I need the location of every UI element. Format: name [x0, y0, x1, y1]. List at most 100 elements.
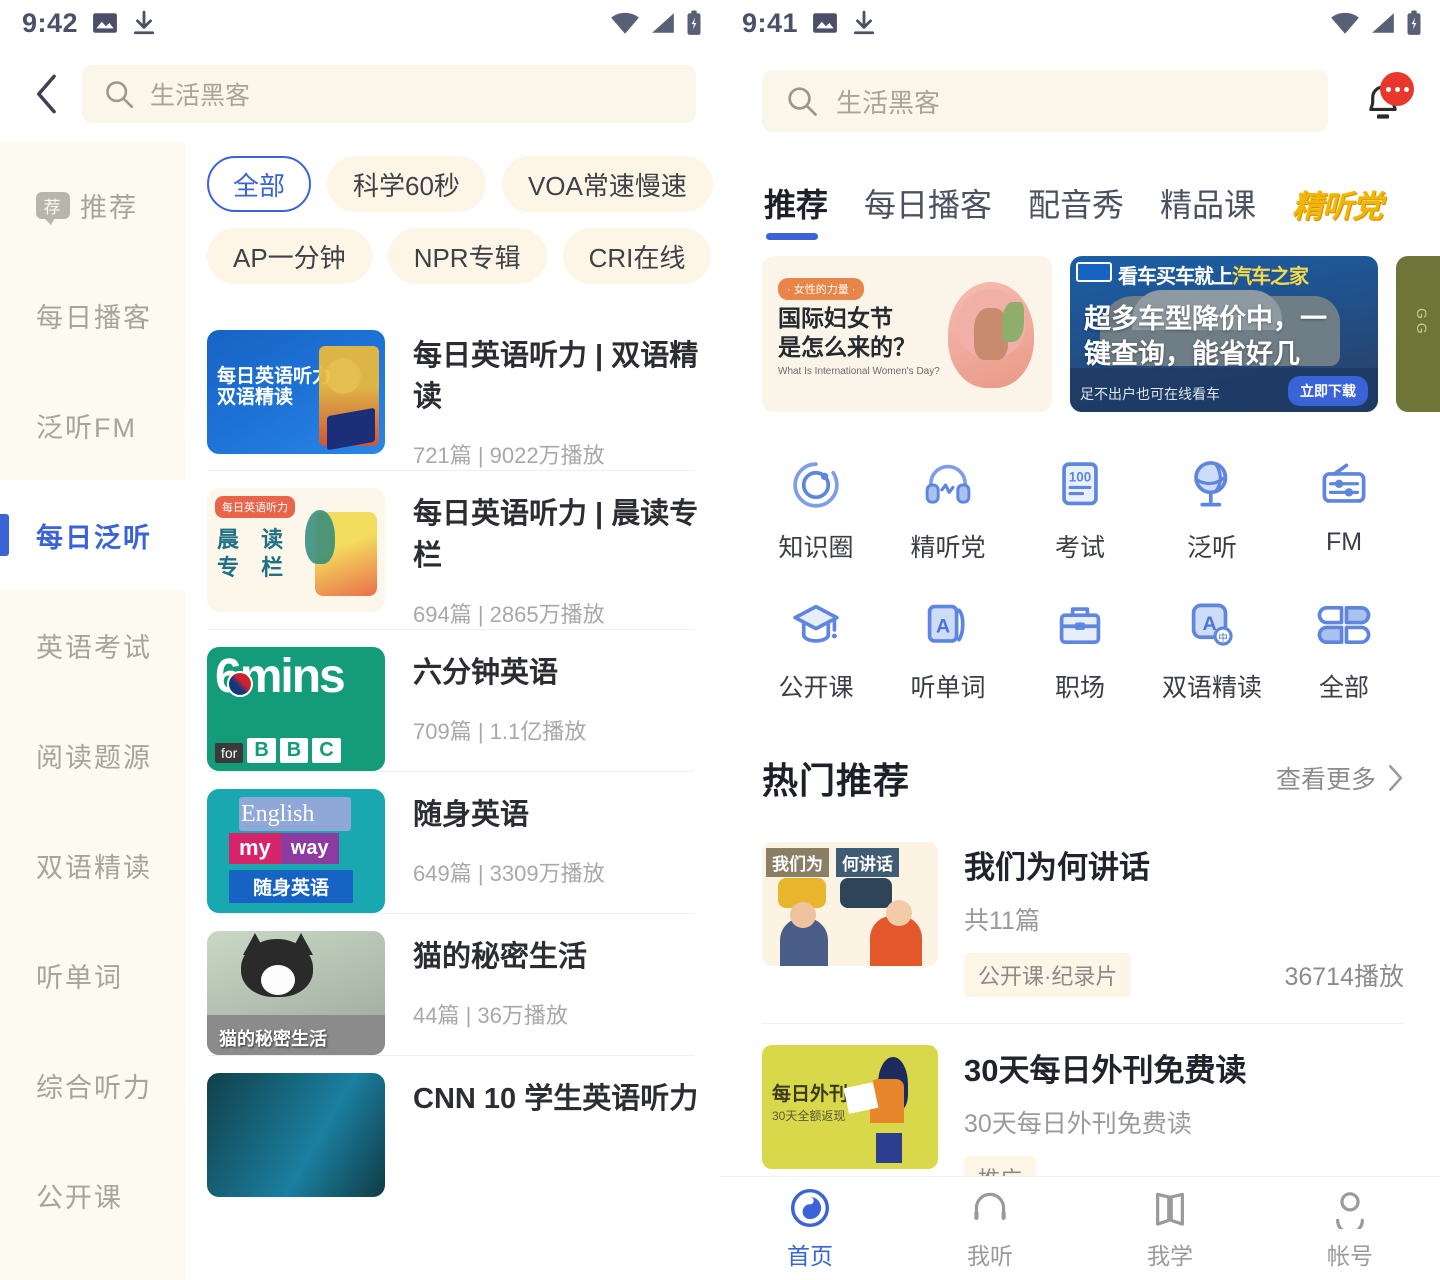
- banner-title-line2: 是怎么来的？: [778, 333, 916, 360]
- banner-cta[interactable]: 立即下载: [1288, 376, 1368, 406]
- banner-partial[interactable]: G G: [1396, 256, 1440, 412]
- knowledge-circle-icon: [793, 462, 839, 508]
- nav-item-listen[interactable]: 我听: [900, 1187, 1080, 1271]
- left-search-header: 生活黑客: [0, 46, 720, 142]
- grid-item-jingtingdang[interactable]: 精听党: [882, 446, 1014, 586]
- program-title: 每日英语听力 | 晨读专栏: [413, 498, 699, 572]
- program-row[interactable]: 猫的秘密生活 猫的秘密生活 44篇 | 36万播放: [207, 912, 720, 1055]
- tab-recommend[interactable]: 推荐: [764, 180, 828, 242]
- grid-item-all[interactable]: 全部: [1278, 586, 1410, 726]
- banner-overlay-line1: 超多车型降价中，一: [1084, 304, 1327, 334]
- wifi-icon: [1331, 12, 1359, 34]
- program-meta: 六分钟英语 709篇 | 1.1亿播放: [413, 647, 720, 771]
- search-icon: [106, 81, 133, 108]
- recommendation-title: 我们为何讲话: [964, 850, 1150, 885]
- notification-button[interactable]: [1352, 70, 1414, 132]
- recommendation-footer: 公开课·纪录片 36714播放: [964, 953, 1404, 997]
- sidebar-item-open-course[interactable]: 公开课: [0, 1140, 185, 1250]
- program-title: 猫的秘密生活: [413, 940, 588, 973]
- sidebar-item-english-exam[interactable]: 英语考试: [0, 590, 185, 700]
- recommendation-plays: 36714播放: [1284, 963, 1404, 991]
- sidebar-item-bilingual[interactable]: 双语精读: [0, 810, 185, 920]
- sidebar-item-label: 泛听FM: [36, 412, 137, 443]
- sidebar-item-listen-words[interactable]: 听单词: [0, 920, 185, 1030]
- tab-daily-podcast[interactable]: 每日播客: [864, 180, 992, 242]
- search-input[interactable]: 生活黑客: [82, 65, 696, 123]
- filter-chip-voa[interactable]: VOA常速慢速: [501, 156, 713, 212]
- top-tabs: 推荐 每日播客 配音秀 精品课 精听党: [720, 156, 1440, 242]
- program-thumbnail: [207, 1072, 385, 1197]
- sidebar-item-daily-listening[interactable]: 每日泛听: [0, 480, 185, 590]
- status-bar-right: 9:41: [720, 0, 1440, 46]
- tab-dubbing-show[interactable]: 配音秀: [1028, 180, 1124, 242]
- account-icon: [1336, 1191, 1364, 1229]
- grid-item-open-course[interactable]: 公开课: [750, 586, 882, 726]
- recommendation-row[interactable]: 我们为 何讲话 我们为何讲话 共11篇 公开课·纪录片 36714播放: [762, 820, 1404, 1023]
- sidebar-item-daily-podcast[interactable]: 每日播客: [0, 260, 185, 370]
- grid-item-label: FM: [1325, 528, 1363, 556]
- sidebar-item-label: 英语考试: [36, 632, 152, 663]
- program-row[interactable]: 6mins for B B C 六分钟英语 709篇 | 1.1亿播放: [207, 628, 720, 771]
- sidebar-item-label: 阅读题源: [36, 742, 152, 773]
- program-row[interactable]: 每日英语听力 双语精读 每日英语听力 | 双语精读 721篇 | 9022万播放: [207, 312, 720, 470]
- nav-item-study[interactable]: 我学: [1080, 1187, 1260, 1271]
- view-more-button[interactable]: 查看更多: [1276, 760, 1404, 796]
- filter-chip-npr[interactable]: NPR专辑: [387, 228, 547, 284]
- grid-item-label: 精听党: [910, 534, 986, 562]
- grid-item-extensive-listening[interactable]: 泛听: [1146, 446, 1278, 586]
- filter-chip-cri[interactable]: CRI在线: [562, 228, 712, 284]
- nav-item-home[interactable]: 首页: [720, 1187, 900, 1271]
- tab-jingtingdang-badge[interactable]: 精听党: [1292, 181, 1383, 242]
- grid-item-label: 知识圈: [778, 534, 854, 562]
- filter-chip-ap[interactable]: AP一分钟: [207, 228, 372, 284]
- recommendation-thumbnail: 每日外刊 30天全额返现: [762, 1045, 938, 1169]
- headphones-icon: [925, 464, 971, 504]
- tab-premium-course[interactable]: 精品课: [1160, 180, 1256, 242]
- sidebar-item-label: 听单词: [36, 962, 123, 993]
- back-button[interactable]: [30, 72, 64, 116]
- chevron-right-icon: [1389, 765, 1403, 791]
- status-bar-left-group: 9:41: [742, 8, 876, 39]
- grid-item-listen-words[interactable]: A 听单词: [882, 586, 1014, 726]
- grid-item-exam[interactable]: 100 考试: [1014, 446, 1146, 586]
- grid-item-fm[interactable]: FM: [1278, 446, 1410, 586]
- download-icon: [133, 10, 155, 35]
- recommend-badge-icon: 荐: [36, 191, 70, 225]
- program-stats: 709篇 | 1.1亿播放: [413, 718, 587, 744]
- grid-item-label: 听单词: [910, 674, 986, 702]
- program-thumbnail: 6mins for B B C: [207, 646, 385, 771]
- grid-all-icon: [1317, 605, 1371, 645]
- status-bar-left-group: 9:42: [22, 8, 156, 39]
- grid-item-knowledge-circle[interactable]: 知识圈: [750, 446, 882, 586]
- sidebar-item-fm[interactable]: 泛听FM: [0, 370, 185, 480]
- hot-recommend-header: 热门推荐 查看更多: [720, 734, 1440, 810]
- nav-item-account[interactable]: 帐号: [1260, 1187, 1440, 1271]
- svg-text:中: 中: [1218, 631, 1228, 644]
- program-row[interactable]: English my way 随身英语 随身英语 649篇 | 3309万播放: [207, 770, 720, 913]
- search-input[interactable]: 生活黑客: [762, 70, 1328, 132]
- notification-badge: [1380, 72, 1414, 106]
- translate-a-icon: A中: [1191, 603, 1233, 646]
- status-time: 9:41: [742, 7, 799, 38]
- search-placeholder: 生活黑客: [150, 82, 251, 110]
- banner-womens-day[interactable]: · 女性的力量 · 国际妇女节 是怎么来的？ What Is Internati…: [762, 256, 1052, 412]
- section-title: 热门推荐: [762, 760, 911, 801]
- exam-100-icon: 100: [1062, 462, 1098, 506]
- program-stats: 694篇 | 2865万播放: [413, 601, 605, 627]
- sidebar-item-recommend[interactable]: 荐 推荐: [0, 150, 185, 260]
- program-title: 六分钟英语: [413, 656, 559, 689]
- dual-screenshot: 9:42 生活黑客 荐 推荐 每日播客 泛听FM 每日泛听 英语考试 阅读题源 …: [0, 0, 1440, 1280]
- sidebar-item-label: 双语精读: [36, 852, 152, 883]
- program-row[interactable]: 每日英语听力 晨 读专 栏 每日英语听力 | 晨读专栏 694篇 | 2865万…: [207, 470, 720, 628]
- book-open-icon: [1156, 1192, 1184, 1226]
- sidebar-item-reading-source[interactable]: 阅读题源: [0, 700, 185, 810]
- grid-item-bilingual-reading[interactable]: A中 双语精读: [1146, 586, 1278, 726]
- grid-item-workplace[interactable]: 职场: [1014, 586, 1146, 726]
- sidebar-item-comprehensive[interactable]: 综合听力: [0, 1030, 185, 1140]
- battery-charging-icon: [687, 10, 701, 35]
- banner-car-ad[interactable]: 看车买车就上汽车之家 足不出户也可在线看车 立即下载 超多车型降价中，一 键查询…: [1070, 256, 1378, 412]
- filter-chip-science60[interactable]: 科学60秒: [327, 156, 486, 212]
- filter-chip-all[interactable]: 全部: [207, 156, 312, 212]
- nav-item-label: 帐号: [1327, 1242, 1373, 1269]
- program-row[interactable]: CNN 10 学生英语听力: [207, 1054, 720, 1197]
